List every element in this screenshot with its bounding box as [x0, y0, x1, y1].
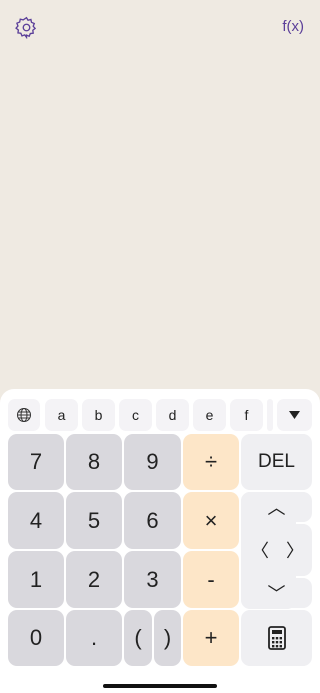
letter-key-b[interactable]: b — [82, 399, 115, 431]
top-bar: f(x) — [0, 0, 320, 56]
key-2[interactable]: 2 — [66, 551, 122, 608]
key-3[interactable]: 3 — [124, 551, 181, 608]
cursor-left-key[interactable]: 〈 — [243, 524, 277, 576]
function-button[interactable]: f(x) — [282, 18, 304, 35]
key-4[interactable]: 4 — [8, 492, 64, 549]
key-0[interactable]: 0 — [8, 610, 64, 666]
close-paren-key[interactable]: ) — [154, 610, 181, 666]
letter-key-c[interactable]: c — [119, 399, 152, 431]
letter-key-f[interactable]: f — [230, 399, 263, 431]
globe-icon[interactable] — [8, 399, 40, 431]
key-8[interactable]: 8 — [66, 434, 122, 490]
letter-key-e[interactable]: e — [193, 399, 226, 431]
cursor-down-key[interactable]: ﹀ — [241, 578, 312, 608]
triangle-down-icon[interactable] — [277, 399, 312, 431]
calculator-icon[interactable] — [241, 610, 312, 666]
key-6[interactable]: 6 — [124, 492, 181, 549]
multiply-key[interactable]: × — [183, 492, 239, 549]
key-5[interactable]: 5 — [66, 492, 122, 549]
decimal-key[interactable]: . — [66, 610, 122, 666]
key-1[interactable]: 1 — [8, 551, 64, 608]
cursor-right-key[interactable]: 〉 — [278, 524, 312, 576]
minus-key[interactable]: - — [183, 551, 239, 608]
letter-key-d[interactable]: d — [156, 399, 189, 431]
gear-icon[interactable] — [15, 16, 38, 39]
home-indicator[interactable] — [103, 684, 217, 688]
open-paren-key[interactable]: ( — [124, 610, 152, 666]
cursor-up-key[interactable]: ︿ — [241, 492, 312, 522]
key-7[interactable]: 7 — [8, 434, 64, 490]
divide-key[interactable]: ÷ — [183, 434, 239, 490]
letter-key-partial[interactable] — [267, 399, 273, 431]
letter-row: a b c d e f — [0, 399, 320, 431]
delete-key[interactable]: DEL — [241, 434, 312, 490]
key-9[interactable]: 9 — [124, 434, 181, 490]
letter-key-a[interactable]: a — [45, 399, 78, 431]
plus-key[interactable]: + — [183, 610, 239, 666]
